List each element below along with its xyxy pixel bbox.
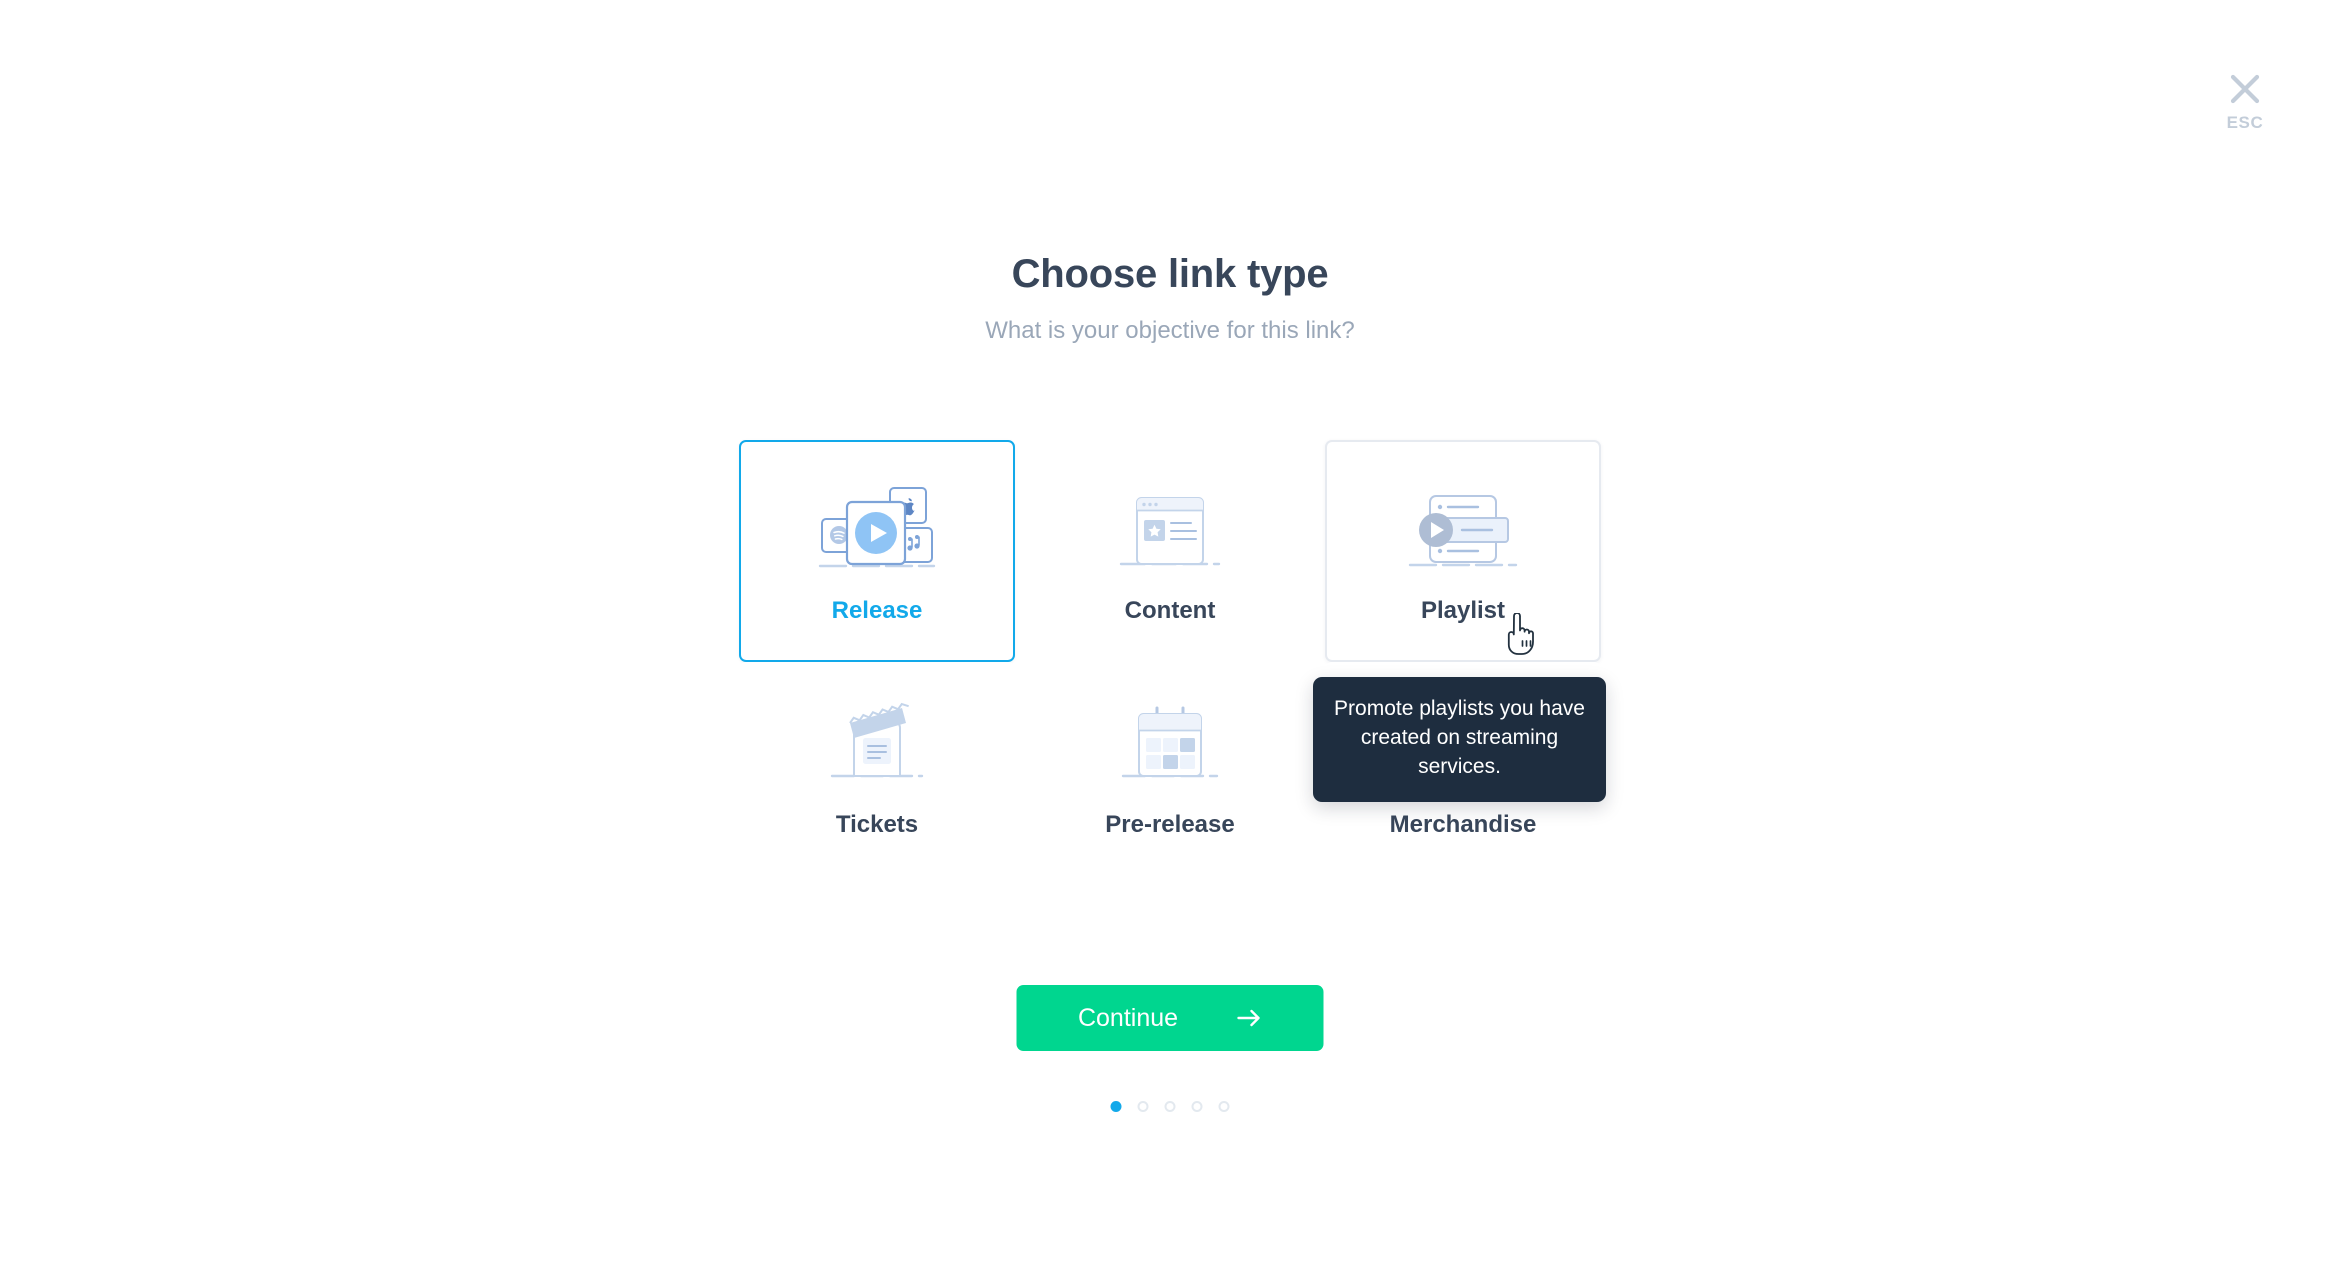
calendar-icon [1090,686,1250,794]
continue-label: Continue [1077,1003,1179,1032]
pagination-dot[interactable] [1191,1101,1203,1112]
link-type-card-content[interactable]: Content [1032,440,1308,662]
card-label: Release [831,597,923,624]
esc-label: ESC [2226,113,2264,132]
link-type-card-playlist[interactable]: Playlist [1325,440,1601,662]
page-subtitle: What is your objective for this link? [985,317,1355,344]
pagination-dot[interactable] [1137,1101,1149,1112]
tooltip-text: Promote playlists you have created on st… [1334,697,1585,778]
arrow-right-icon [1236,1009,1260,1027]
page-title: Choose link type [1011,252,1329,296]
card-label: Playlist [1420,597,1506,624]
playlist-tooltip: Promote playlists you have created on st… [1313,677,1606,802]
pagination-dot[interactable] [1164,1101,1176,1112]
content-browser-window-icon [1090,472,1250,580]
pagination-dot[interactable] [1218,1101,1230,1112]
header-block: Choose link type What is your objective … [0,252,2340,346]
close-x-icon [2230,74,2260,104]
choose-link-type-modal: ESC Choose link type What is your object… [0,0,2340,1270]
link-type-card-pre-release[interactable]: Pre-release [1032,662,1308,884]
link-type-card-tickets[interactable]: Tickets [739,662,1015,884]
ticket-stub-icon [797,686,957,794]
pagination-dots [1110,1101,1230,1112]
continue-button[interactable]: Continue [1016,985,1324,1051]
playlist-rows-play-icon [1383,472,1543,580]
card-label: Merchandise [1389,811,1537,838]
link-type-card-release[interactable]: Release [739,440,1015,662]
close-esc-button[interactable]: ESC [2202,72,2288,131]
pagination-dot[interactable] [1110,1101,1122,1112]
card-label: Pre-release [1105,811,1235,838]
card-label: Content [1124,597,1216,624]
card-label: Tickets [835,811,919,838]
release-streaming-card-icon [797,472,957,580]
